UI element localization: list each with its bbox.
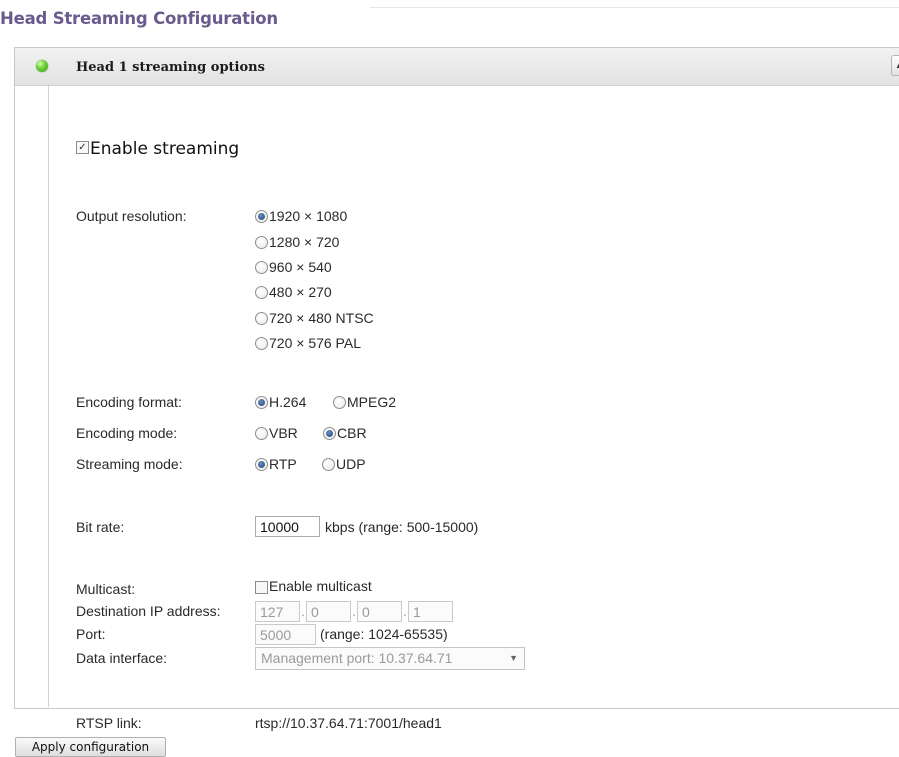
top-divider bbox=[370, 7, 899, 8]
collapse-icon[interactable]: ▲ bbox=[891, 55, 899, 76]
radio-selected-icon[interactable] bbox=[255, 457, 268, 471]
radio-icon[interactable] bbox=[322, 457, 335, 471]
encoding-mode-cbr[interactable]: CBR bbox=[323, 425, 367, 441]
bit-rate-label: Bit rate: bbox=[76, 519, 125, 535]
streaming-mode-udp[interactable]: UDP bbox=[322, 456, 366, 472]
radio-selected-icon[interactable] bbox=[255, 395, 268, 409]
encoding-mode-vbr[interactable]: VBR bbox=[255, 425, 298, 441]
ip-separator: . bbox=[403, 603, 407, 619]
enable-streaming-label: Enable streaming bbox=[90, 139, 240, 159]
resolution-option-960x540[interactable]: 960 × 540 bbox=[255, 259, 332, 275]
encoding-format-h264[interactable]: H.264 bbox=[255, 394, 306, 410]
ip-octet-1-input[interactable]: 127 bbox=[255, 601, 300, 622]
chevron-down-icon[interactable]: ▼ bbox=[509, 648, 518, 669]
panel-body: ✓ Enable streaming Output resolution: 192… bbox=[48, 84, 899, 731]
resolution-option-720x480-ntsc[interactable]: 720 × 480 NTSC bbox=[255, 310, 374, 326]
ip-octet-2-input[interactable]: 0 bbox=[306, 601, 351, 622]
streaming-options-panel: Head 1 streaming options ▲ ✓ Enable strea… bbox=[14, 47, 899, 731]
resolution-option-480x270[interactable]: 480 × 270 bbox=[255, 284, 332, 300]
radio-icon[interactable] bbox=[255, 336, 268, 350]
radio-icon[interactable] bbox=[255, 285, 268, 299]
rtsp-link-value: rtsp://10.37.64.71:7001/head1 bbox=[255, 715, 442, 731]
encoding-mode-label: Encoding mode: bbox=[76, 425, 178, 441]
panel-header[interactable]: Head 1 streaming options ▲ bbox=[15, 48, 899, 86]
radio-selected-icon[interactable] bbox=[255, 209, 268, 223]
port-hint: (range: 1024-65535) bbox=[320, 626, 448, 642]
destination-ip-label: Destination IP address: bbox=[76, 603, 221, 619]
resolution-option-720x576-pal[interactable]: 720 × 576 PAL bbox=[255, 335, 361, 351]
streaming-mode-label: Streaming mode: bbox=[76, 456, 183, 472]
enable-streaming-option[interactable]: ✓ Enable streaming bbox=[76, 139, 239, 159]
data-interface-value: Management port: 10.37.64.71 bbox=[261, 650, 453, 666]
enable-multicast-label: Enable multicast bbox=[269, 578, 372, 594]
enable-multicast-checkbox[interactable] bbox=[255, 580, 268, 594]
data-interface-label: Data interface: bbox=[76, 650, 168, 666]
page-title: Head Streaming Configuration bbox=[0, 9, 278, 28]
resolution-option-1920x1080[interactable]: 1920 × 1080 bbox=[255, 208, 347, 224]
port-label: Port: bbox=[76, 626, 106, 642]
radio-icon[interactable] bbox=[255, 260, 268, 274]
radio-icon[interactable] bbox=[255, 235, 268, 249]
output-resolution-label: Output resolution: bbox=[76, 208, 187, 224]
ip-octet-3-input[interactable]: 0 bbox=[357, 601, 402, 622]
encoding-format-label: Encoding format: bbox=[76, 394, 182, 410]
streaming-mode-rtp[interactable]: RTP bbox=[255, 456, 297, 472]
panel-title: Head 1 streaming options bbox=[76, 60, 265, 75]
port-input[interactable]: 5000 bbox=[255, 624, 316, 645]
resolution-option-1280x720[interactable]: 1280 × 720 bbox=[255, 234, 339, 250]
ip-octet-4-input[interactable]: 1 bbox=[408, 601, 453, 622]
apply-configuration-button[interactable]: Apply configuration bbox=[15, 737, 166, 757]
encoding-format-mpeg2[interactable]: MPEG2 bbox=[333, 394, 396, 410]
bit-rate-hint: kbps (range: 500-15000) bbox=[325, 519, 479, 535]
radio-icon[interactable] bbox=[255, 311, 268, 325]
radio-selected-icon[interactable] bbox=[323, 426, 336, 440]
data-interface-select[interactable]: Management port: 10.37.64.71 ▼ bbox=[255, 647, 525, 670]
radio-icon[interactable] bbox=[255, 426, 268, 440]
enable-streaming-checkbox[interactable]: ✓ bbox=[76, 140, 89, 154]
ip-separator: . bbox=[301, 603, 305, 619]
ip-separator: . bbox=[352, 603, 356, 619]
multicast-label: Multicast: bbox=[76, 581, 136, 597]
bit-rate-input[interactable]: 10000 bbox=[255, 516, 320, 537]
radio-icon[interactable] bbox=[333, 395, 346, 409]
enable-multicast-option[interactable]: Enable multicast bbox=[255, 578, 372, 594]
status-led-icon bbox=[36, 60, 48, 72]
rtsp-link-label: RTSP link: bbox=[76, 715, 142, 731]
